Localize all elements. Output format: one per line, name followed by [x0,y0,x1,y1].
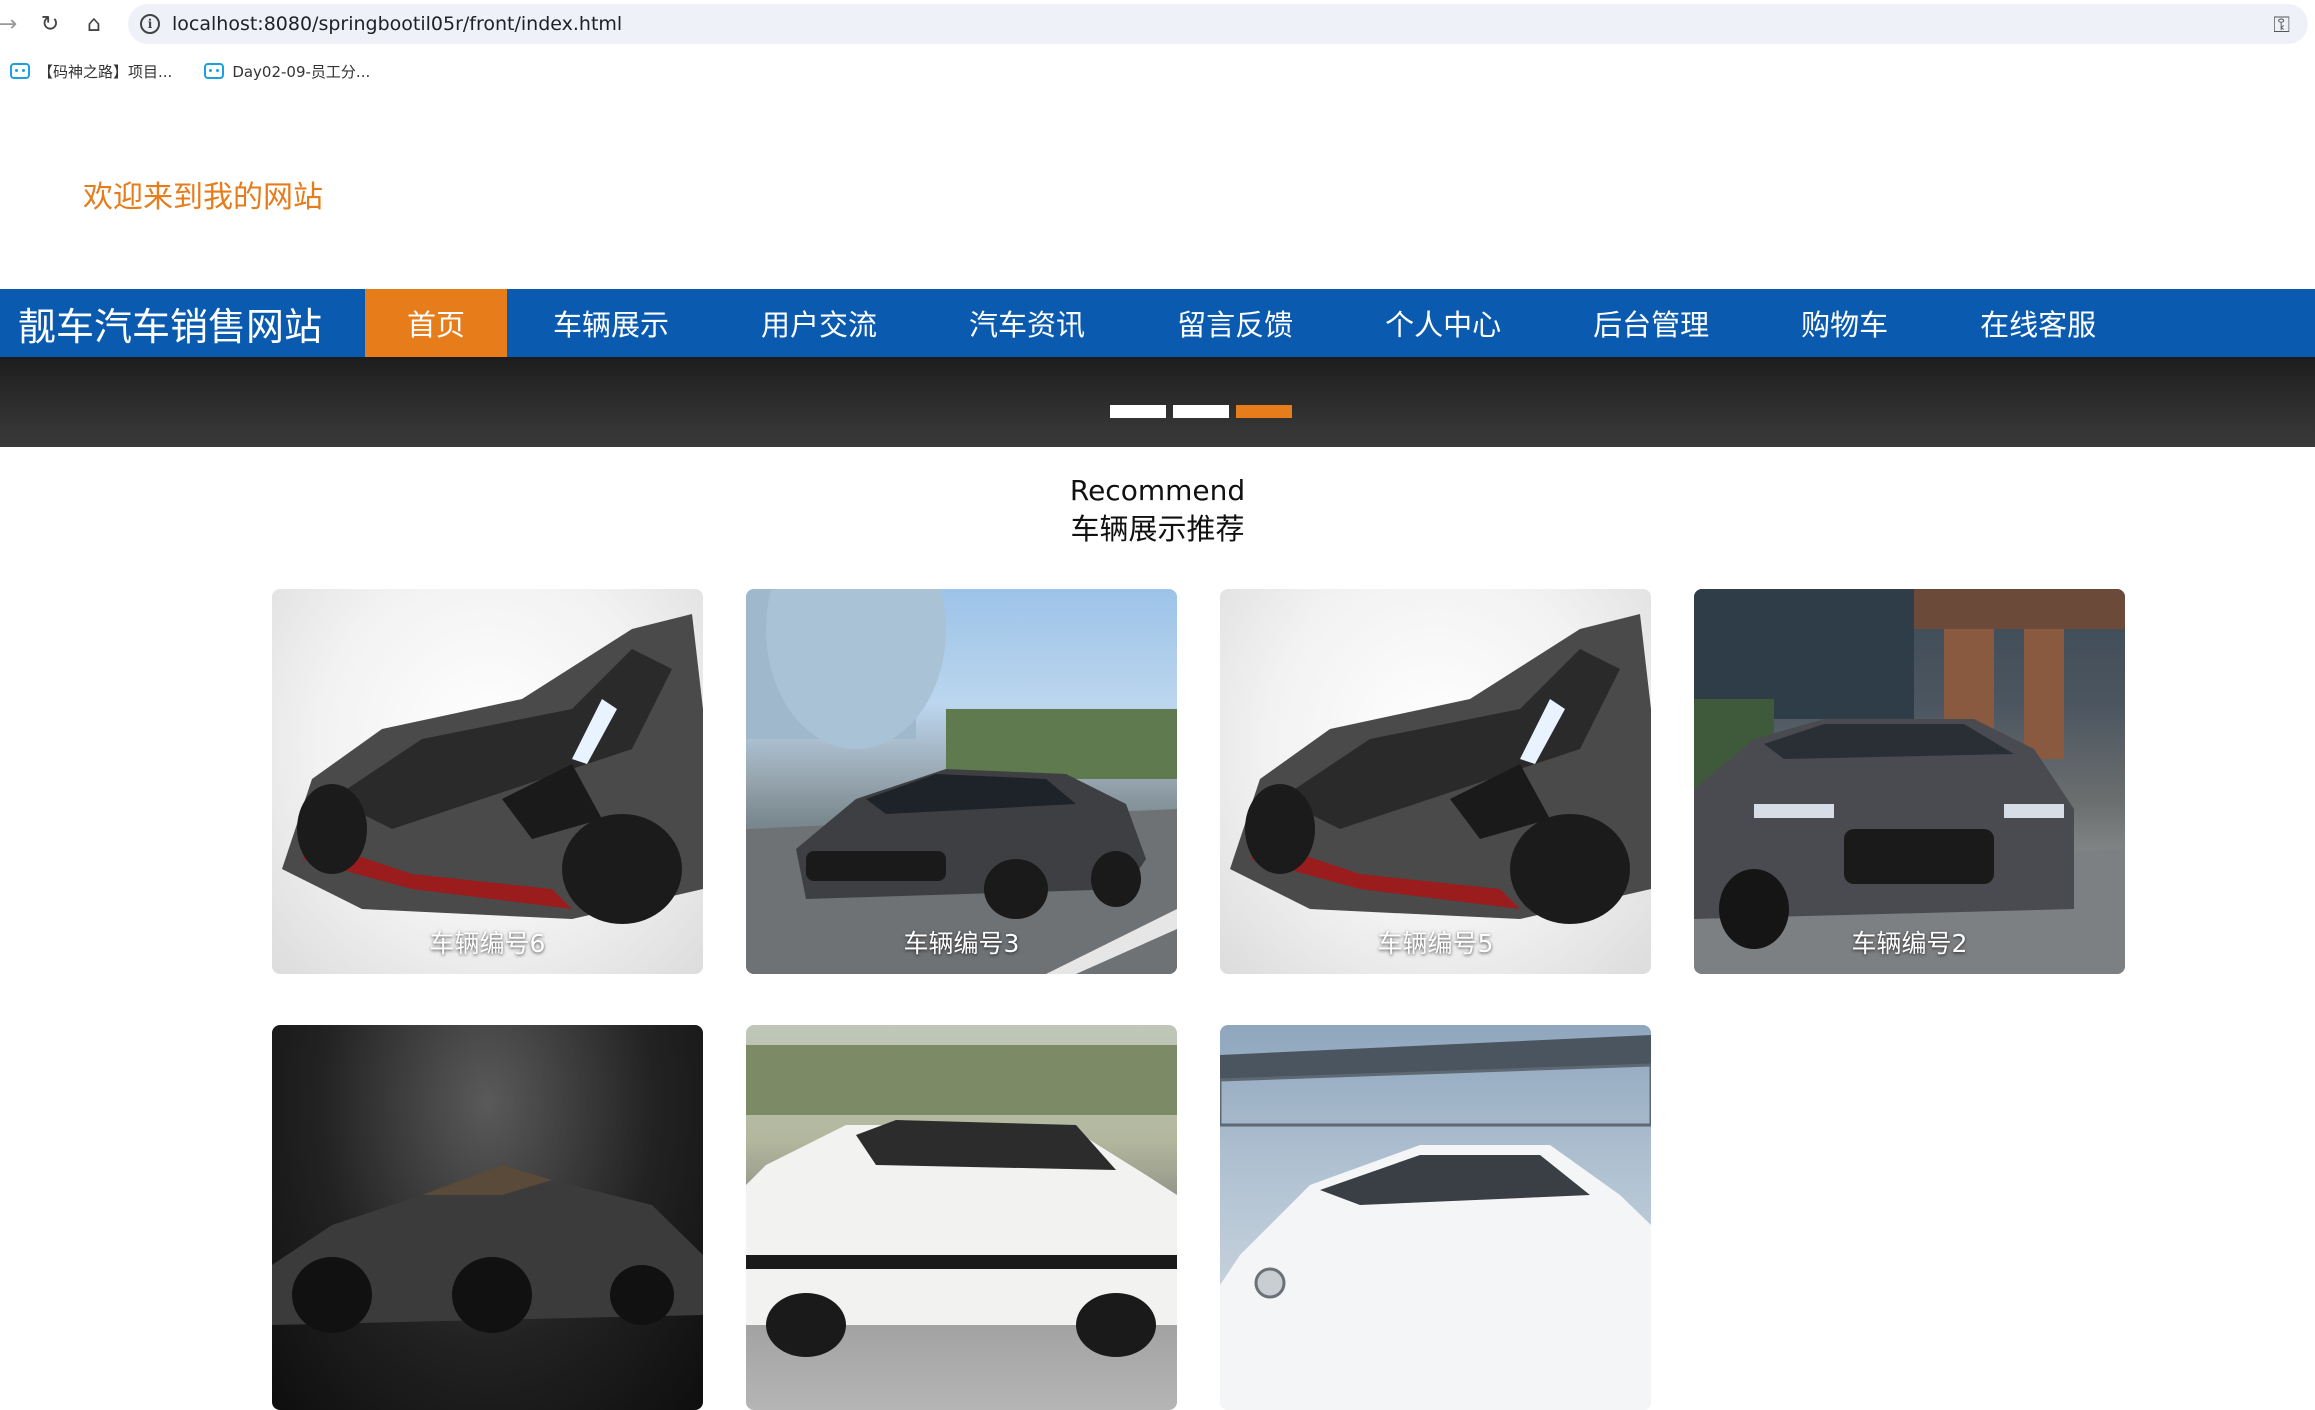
card-label: 车辆编号5 [1377,929,1494,958]
nav-item-vehicles[interactable]: 车辆展示 [507,289,715,357]
vehicle-card[interactable] [746,1025,1177,1410]
section-title-zh: 车辆展示推荐 [1070,512,1245,546]
car-image [746,589,1177,974]
car-image [272,1165,703,1333]
bookmark-item[interactable]: Day02-09-员工分... [204,61,370,82]
reload-icon[interactable]: ↻ [30,4,70,44]
recommend-heading: Recommend 车辆展示推荐 [0,472,2315,548]
home-icon[interactable]: ⌂ [74,4,114,44]
car-image [282,614,703,924]
bookmark-item[interactable]: 【码神之路】项目... [10,61,172,82]
nav-item-news[interactable]: 汽车资讯 [923,289,1131,357]
forward-icon[interactable]: → [0,4,17,44]
nav-item-forum[interactable]: 用户交流 [715,289,923,357]
card-label: 车辆编号3 [903,929,1020,958]
carousel-dot[interactable] [1110,405,1166,418]
address-bar[interactable]: i localhost:8080/springbootil05r/front/i… [128,4,2308,44]
banner-carousel[interactable] [0,357,2315,447]
bilibili-icon [10,63,30,79]
main-nav: 靓车汽车销售网站 首页 车辆展示 用户交流 汽车资讯 留言反馈 个人中心 后台管… [0,289,2315,357]
address-url[interactable]: localhost:8080/springbootil05r/front/ind… [172,13,622,35]
bookmarks-bar: 【码神之路】项目... Day02-09-员工分... [0,54,2315,88]
nav-item-feedback[interactable]: 留言反馈 [1131,289,1339,357]
nav-item-admin[interactable]: 后台管理 [1547,289,1755,357]
card-label: 车辆编号6 [429,929,546,958]
nav-item-cart[interactable]: 购物车 [1755,289,1934,357]
vehicle-card[interactable]: 车辆编号5 [1220,589,1651,974]
card-label: 车辆编号2 [1851,929,1968,958]
vehicle-card[interactable]: 车辆编号2 [1694,589,2125,974]
car-image [1230,614,1651,924]
vehicle-card[interactable]: 车辆编号3 [746,589,1177,974]
car-image [1220,1035,1651,1410]
info-icon[interactable]: i [140,14,160,34]
bilibili-icon [204,63,225,79]
key-icon[interactable]: ⚿ [2273,13,2290,38]
nav-item-profile[interactable]: 个人中心 [1339,289,1547,357]
site-title: 靓车汽车销售网站 [18,304,323,349]
carousel-indicators [1110,405,1299,418]
carousel-dot[interactable] [1173,405,1229,418]
vehicle-card[interactable]: 车辆编号6 [272,589,703,974]
vehicle-card[interactable] [272,1025,703,1410]
vehicle-card[interactable] [1220,1025,1651,1410]
nav-item-support[interactable]: 在线客服 [1934,289,2142,357]
welcome-text: 欢迎来到我的网站 [83,180,323,215]
carousel-dot-active[interactable] [1236,405,1292,418]
car-image [1694,589,2125,974]
bookmark-label: Day02-09-员工分... [232,62,371,81]
section-title-en: Recommend [1069,474,1246,507]
car-image [746,1045,1177,1357]
nav-item-home[interactable]: 首页 [365,289,508,357]
bookmark-label: 【码神之路】项目... [38,62,173,81]
